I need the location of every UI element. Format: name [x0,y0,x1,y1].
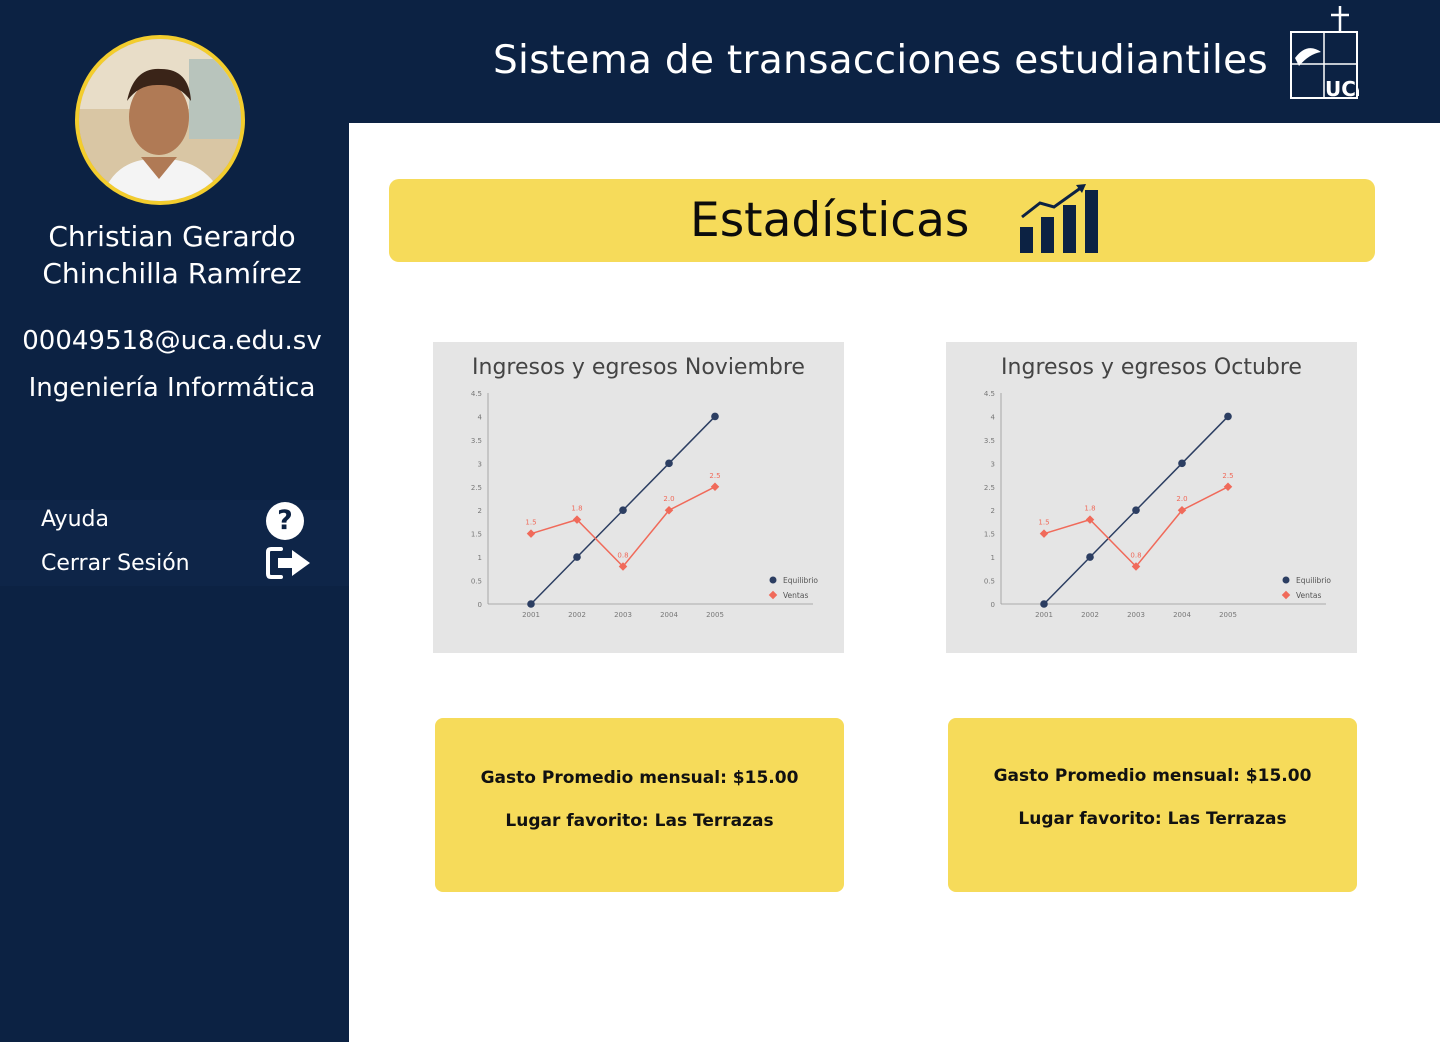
data-point [1223,482,1233,492]
summary-card-november: Gasto Promedio mensual: $15.00 Lugar fav… [435,718,844,892]
y-tick-label: 4.5 [471,390,482,398]
data-point [573,553,581,561]
average-expense: Gasto Promedio mensual: $15.00 [993,766,1312,786]
chart-november: 0 0.5 1 1.5 2 2.5 3 3.5 4 4.5 2001 2002 2003 2004 2005… [433,342,844,653]
x-tick-label: 2001 [522,611,540,619]
y-tick-label: 3 [991,460,995,468]
data-point [711,412,719,421]
y-tick-label: 1.5 [471,531,482,539]
logout-link[interactable]: Cerrar Sesión [41,551,190,576]
y-tick-label: 3.5 [984,437,995,445]
logo-text: UCA [1325,77,1359,100]
help-icon[interactable]: ? [266,502,304,540]
data-point [619,506,627,515]
favorite-place: Lugar favorito: Las Terrazas [1018,809,1287,829]
data-label: 2.0 [1176,495,1187,503]
y-tick-label: 0 [991,601,995,609]
y-tick-label: 4.5 [984,390,995,398]
data-point [1086,553,1094,561]
data-label: 1.8 [571,505,582,513]
summary-card-october: Gasto Promedio mensual: $15.00 Lugar fav… [948,718,1357,892]
data-point [1178,459,1186,468]
legend-marker [1282,576,1290,584]
app-title: Sistema de transacciones estudiantiles [493,38,1269,83]
data-label: 1.5 [1038,519,1049,527]
data-label: 1.5 [525,519,536,527]
y-tick-label: 4 [478,413,483,421]
x-tick-label: 2003 [614,611,632,619]
data-label: 1.8 [1084,505,1095,513]
chart-title: Ingresos y egresos Octubre [1001,355,1302,380]
data-label: 2.5 [1222,472,1233,480]
avatar [75,35,245,205]
stats-title: Estadísticas [690,193,970,248]
data-point [1039,529,1049,538]
legend-label: Ventas [1296,591,1321,600]
y-tick-label: 0 [478,601,482,609]
data-point [1040,600,1048,608]
legend-label: Equilibrio [783,576,818,585]
y-tick-label: 2.5 [471,484,482,492]
x-tick-label: 2004 [660,611,678,619]
user-email: 00049518@uca.edu.sv [22,326,322,356]
favorite-place: Lugar favorito: Las Terrazas [505,811,774,831]
avatar-photo [79,39,241,201]
x-tick-label: 2003 [1127,611,1145,619]
x-tick-label: 2005 [1219,611,1237,619]
y-tick-label: 1 [991,554,995,562]
data-label: 2.5 [709,472,720,480]
data-point [527,600,535,608]
data-label: 0.8 [1130,551,1141,559]
y-tick-label: 2.5 [984,484,995,492]
chart-november-svg: 0 0.5 1 1.5 2 2.5 3 3.5 4 4.5 2001 2002 2003 2004 2005… [471,390,819,619]
chart-october-svg: 0 0.5 1 1.5 2 2.5 3 3.5 4 4.5 2001 2002 2003 2004 2005… [984,390,1332,619]
data-point [526,529,536,538]
data-point [710,482,720,492]
y-tick-label: 2 [478,507,482,515]
legend-label: Ventas [783,591,808,600]
user-name-line2: Chinchilla Ramírez [42,257,302,290]
logout-icon[interactable] [266,546,312,580]
y-tick-label: 0.5 [984,578,995,586]
uca-logo: UCA [1290,6,1359,100]
y-tick-label: 4 [991,413,996,421]
legend-marker [768,590,778,600]
chart-october: 0 0.5 1 1.5 2 2.5 3 3.5 4 4.5 2001 2002 2003 2004 2005… [946,342,1357,653]
data-point [1224,412,1232,421]
chart-title: Ingresos y egresos Noviembre [472,355,805,380]
y-tick-label: 0.5 [471,578,482,586]
y-tick-label: 1.5 [984,531,995,539]
x-tick-label: 2005 [706,611,724,619]
legend-marker [1281,590,1291,600]
legend-marker [769,576,777,584]
data-point [1132,506,1140,515]
y-tick-label: 3 [478,460,482,468]
help-link[interactable]: Ayuda [41,507,109,532]
y-tick-label: 1 [478,554,482,562]
bar-chart-icon [1020,184,1098,253]
user-name: Christian Gerardo Chinchilla Ramírez [0,218,344,292]
y-tick-label: 3.5 [471,437,482,445]
x-tick-label: 2002 [568,611,586,619]
average-expense: Gasto Promedio mensual: $15.00 [480,768,799,788]
x-tick-label: 2004 [1173,611,1191,619]
data-point [665,459,673,468]
legend-label: Equilibrio [1296,576,1331,585]
data-label: 0.8 [617,551,628,559]
user-career: Ingeniería Informática [28,373,316,403]
y-tick-label: 2 [991,507,995,515]
x-tick-label: 2001 [1035,611,1053,619]
user-name-line1: Christian Gerardo [48,220,296,253]
x-tick-label: 2002 [1081,611,1099,619]
data-label: 2.0 [663,495,674,503]
